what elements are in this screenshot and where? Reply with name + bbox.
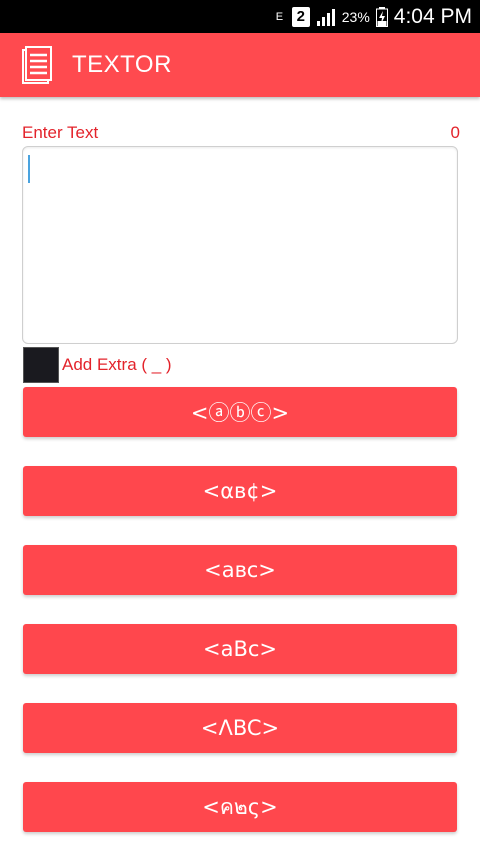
battery-percent: 23% [341, 8, 370, 25]
app-bar: TEXTOR [0, 33, 480, 97]
add-extra-row[interactable]: Add Extra ( _ ) [23, 347, 172, 383]
text-input[interactable] [22, 146, 458, 344]
sim-slot-icon: 2 [291, 6, 310, 27]
status-bar: E 2 23% 4:04 PM [0, 0, 480, 33]
battery-icon [375, 6, 388, 27]
input-label-row: Enter Text 0 [22, 123, 460, 143]
document-icon [22, 45, 52, 85]
enter-text-label: Enter Text [22, 123, 99, 142]
sim-slot-label: 2 [296, 8, 305, 25]
network-type-label: E [275, 10, 284, 23]
add-extra-checkbox[interactable] [23, 347, 59, 383]
style-button-lambda[interactable]: <ΛBC> [23, 703, 457, 753]
style-button-circled[interactable]: <ⓐⓑⓒ> [23, 387, 457, 437]
char-count: 0 [450, 123, 460, 142]
clock: 4:04 PM [393, 4, 472, 28]
add-extra-label: Add Extra ( _ ) [62, 355, 172, 374]
network-type-icon: E [275, 10, 286, 23]
app-title: TEXTOR [72, 51, 172, 78]
style-button-thai[interactable]: <ค๒ς> [23, 782, 457, 832]
text-caret [28, 155, 30, 183]
style-button-mixed-case[interactable]: <aBc> [23, 624, 457, 674]
style-button-greek[interactable]: <αв¢> [23, 466, 457, 516]
style-button-small-caps[interactable]: <aʙᴄ> [23, 545, 457, 595]
signal-icon [316, 8, 336, 26]
